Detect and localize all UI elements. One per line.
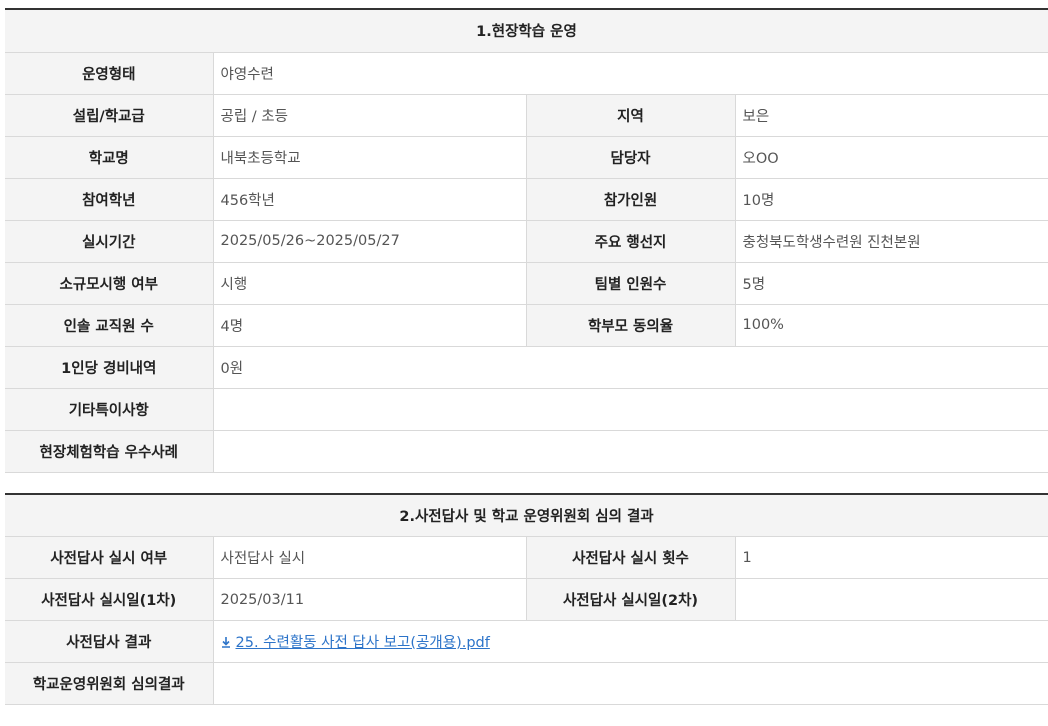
row-value: 충청북도학생수련원 진천본원 <box>734 219 1048 263</box>
section1-table: 1.현장학습 운영 운영형태 야영수련 설립/학교급 공립 / 초등 지역 보은… <box>5 8 1048 473</box>
row-value <box>212 429 1048 473</box>
row-label: 현장체험학습 우수사례 <box>5 429 214 473</box>
row-label: 설립/학교급 <box>5 93 214 137</box>
row-value <box>212 662 1048 705</box>
section1-title: 1.현장학습 운영 <box>5 8 1048 53</box>
row-label: 사전답사 실시일(2차) <box>525 578 736 621</box>
row-label: 팀별 인원수 <box>525 261 736 305</box>
table-row: 설립/학교급 공립 / 초등 지역 보은 <box>5 93 1048 137</box>
row-value: 456학년 <box>212 177 527 221</box>
row-label: 사전답사 결과 <box>5 620 214 663</box>
page-content: 1.현장학습 운영 운영형태 야영수련 설립/학교급 공립 / 초등 지역 보은… <box>5 8 1048 705</box>
table-row: 학교운영위원회 심의결과 <box>5 662 1048 705</box>
row-value: 공립 / 초등 <box>212 93 527 137</box>
row-label: 참여학년 <box>5 177 214 221</box>
row-value: 오OO <box>734 135 1048 179</box>
row-value: 10명 <box>734 177 1048 221</box>
attachment-filename: 25. 수련활동 사전 답사 보고(공개용).pdf <box>235 635 490 651</box>
attachment-link[interactable]: 25. 수련활동 사전 답사 보고(공개용).pdf <box>221 635 490 651</box>
row-label: 1인당 경비내역 <box>5 345 214 389</box>
table-row: 실시기간 2025/05/26~2025/05/27 주요 행선지 충청북도학생… <box>5 219 1048 263</box>
row-label: 소규모시행 여부 <box>5 261 214 305</box>
row-value: 2025/03/11 <box>212 578 527 621</box>
row-label: 지역 <box>525 93 736 137</box>
table-row: 참여학년 456학년 참가인원 10명 <box>5 177 1048 221</box>
table-row: 현장체험학습 우수사례 <box>5 429 1048 473</box>
row-value: 야영수련 <box>212 51 1048 95</box>
row-value <box>734 578 1048 621</box>
row-value: 4명 <box>212 303 527 347</box>
row-label: 기타특이사항 <box>5 387 214 431</box>
table-row: 사전답사 실시일(1차) 2025/03/11 사전답사 실시일(2차) <box>5 578 1048 621</box>
row-label: 사전답사 실시 여부 <box>5 536 214 579</box>
row-label: 사전답사 실시 횟수 <box>525 536 736 579</box>
download-icon <box>221 637 230 648</box>
row-label: 참가인원 <box>525 177 736 221</box>
row-label: 학부모 동의율 <box>525 303 736 347</box>
row-value: 시행 <box>212 261 527 305</box>
section2-table: 2.사전답사 및 학교 운영위원회 심의 결과 사전답사 실시 여부 사전답사 … <box>5 492 1048 705</box>
row-value: 100% <box>734 303 1048 347</box>
row-label: 인솔 교직원 수 <box>5 303 214 347</box>
row-label: 사전답사 실시일(1차) <box>5 578 214 621</box>
table-row: 사전답사 결과 25. 수련활동 사전 답사 보고(공개용).pdf <box>5 620 1048 663</box>
table-row: 소규모시행 여부 시행 팀별 인원수 5명 <box>5 261 1048 305</box>
table-row: 기타특이사항 <box>5 387 1048 431</box>
row-value: 1 <box>734 536 1048 579</box>
row-label: 실시기간 <box>5 219 214 263</box>
row-label: 학교운영위원회 심의결과 <box>5 662 214 705</box>
row-label: 주요 행선지 <box>525 219 736 263</box>
row-value: 내북초등학교 <box>212 135 527 179</box>
table-row: 사전답사 실시 여부 사전답사 실시 사전답사 실시 횟수 1 <box>5 536 1048 579</box>
table-row: 인솔 교직원 수 4명 학부모 동의율 100% <box>5 303 1048 347</box>
row-value: 0원 <box>212 345 1048 389</box>
row-value: 25. 수련활동 사전 답사 보고(공개용).pdf <box>212 620 1048 663</box>
row-value: 사전답사 실시 <box>212 536 527 579</box>
row-value: 2025/05/26~2025/05/27 <box>212 219 527 263</box>
table-row: 학교명 내북초등학교 담당자 오OO <box>5 135 1048 179</box>
row-label: 학교명 <box>5 135 214 179</box>
row-label: 담당자 <box>525 135 736 179</box>
row-value: 보은 <box>734 93 1048 137</box>
row-value <box>212 387 1048 431</box>
row-label: 운영형태 <box>5 51 214 95</box>
section2-title: 2.사전답사 및 학교 운영위원회 심의 결과 <box>5 493 1048 537</box>
table-row: 1인당 경비내역 0원 <box>5 345 1048 389</box>
row-value: 5명 <box>734 261 1048 305</box>
table-row: 운영형태 야영수련 <box>5 51 1048 95</box>
